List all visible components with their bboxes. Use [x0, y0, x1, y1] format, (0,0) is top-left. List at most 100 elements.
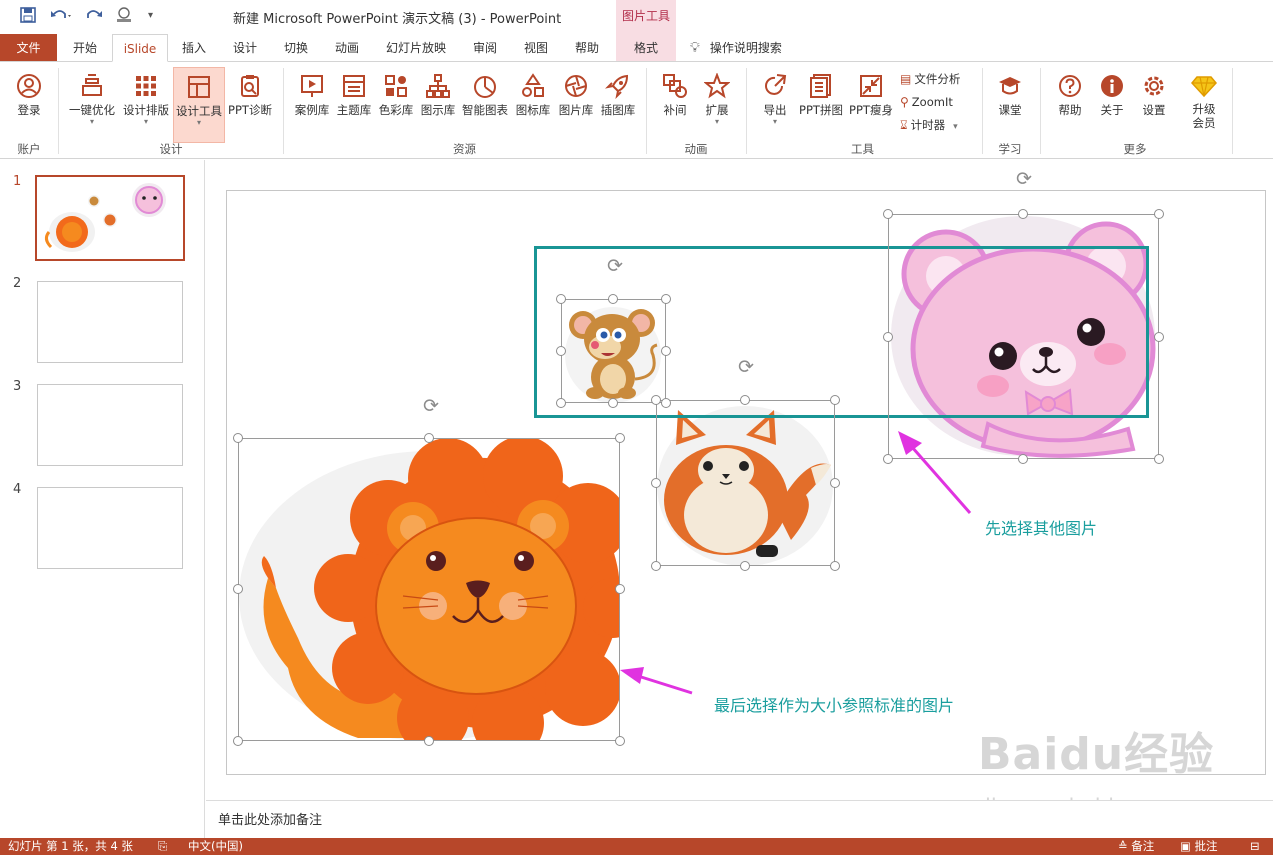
- theme-library-button[interactable]: 主题库: [334, 67, 374, 143]
- tab-design[interactable]: 设计: [223, 34, 267, 62]
- resize-handle[interactable]: [1154, 332, 1164, 342]
- tab-islide[interactable]: iSlide: [112, 34, 168, 62]
- settings-button[interactable]: 设置: [1134, 67, 1174, 143]
- group-separator: [982, 68, 983, 154]
- tab-transitions[interactable]: 切换: [274, 34, 318, 62]
- notes-toggle-button[interactable]: ≙ 备注: [1118, 838, 1154, 855]
- picture-library-button[interactable]: 图片库: [556, 67, 596, 143]
- touch-mode-icon[interactable]: [115, 7, 133, 28]
- case-library-button[interactable]: 案例库: [292, 67, 332, 143]
- slide-thumbnail-2[interactable]: [37, 281, 183, 363]
- color-library-button[interactable]: 色彩库: [376, 67, 416, 143]
- resize-handle[interactable]: [661, 294, 671, 304]
- extend-button[interactable]: 扩展 ▾: [697, 67, 737, 143]
- annotation-select-others: 先选择其他图片: [985, 519, 1098, 538]
- resize-handle[interactable]: [740, 561, 750, 571]
- tab-insert[interactable]: 插入: [172, 34, 216, 62]
- timer-button[interactable]: ⌛︎ 计时器 ▾: [900, 115, 958, 135]
- ppt-diagnose-button[interactable]: PPT诊断: [226, 67, 274, 143]
- resize-handle[interactable]: [556, 294, 566, 304]
- customize-qat-icon[interactable]: ▾: [148, 7, 153, 25]
- resize-handle[interactable]: [424, 736, 434, 746]
- one-click-optimize-label: 一键优化: [69, 103, 115, 117]
- slide-thumbnail-4[interactable]: [37, 487, 183, 569]
- about-button[interactable]: 关于: [1092, 67, 1132, 143]
- resize-handle[interactable]: [615, 736, 625, 746]
- upgrade-member-button[interactable]: 升级 会员: [1182, 67, 1226, 143]
- resize-handle[interactable]: [608, 398, 618, 408]
- export-button[interactable]: 导出 ▾: [755, 67, 795, 143]
- resize-handle[interactable]: [233, 584, 243, 594]
- notes-pane[interactable]: 单击此处添加备注: [206, 800, 1273, 838]
- resize-handle[interactable]: [615, 584, 625, 594]
- resize-handle[interactable]: [1018, 454, 1028, 464]
- resize-handle[interactable]: [651, 561, 661, 571]
- resize-handle[interactable]: [661, 398, 671, 408]
- resize-handle[interactable]: [1018, 209, 1028, 219]
- resize-handle[interactable]: [740, 395, 750, 405]
- resize-handle[interactable]: [830, 561, 840, 571]
- tab-file[interactable]: 文件: [0, 34, 57, 62]
- tab-animations[interactable]: 动画: [325, 34, 369, 62]
- rotate-handle-icon[interactable]: ⟳: [735, 356, 757, 378]
- ppt-slim-button[interactable]: PPT瘦身: [847, 67, 895, 143]
- mouse-selection-box: [561, 299, 666, 403]
- tab-format[interactable]: 格式: [622, 34, 670, 62]
- slide-thumbnail-3[interactable]: [37, 384, 183, 466]
- resize-handle[interactable]: [1154, 454, 1164, 464]
- design-tools-label: 设计工具: [176, 104, 222, 118]
- tab-slideshow[interactable]: 幻灯片放映: [378, 34, 454, 62]
- zoomit-label: ZoomIt: [911, 95, 953, 109]
- resize-handle[interactable]: [424, 433, 434, 443]
- zoom-icon: ⚲: [900, 95, 909, 109]
- rotate-handle-icon[interactable]: ⟳: [1013, 168, 1035, 190]
- resize-handle[interactable]: [233, 433, 243, 443]
- resize-handle[interactable]: [556, 346, 566, 356]
- login-button[interactable]: 登录: [8, 67, 50, 143]
- ppt-stitch-button[interactable]: PPT拼图: [797, 67, 845, 143]
- spellcheck-icon[interactable]: ⎘: [158, 838, 167, 855]
- normal-view-icon[interactable]: ⊟: [1250, 838, 1260, 855]
- slide-thumbnail-1[interactable]: [35, 175, 185, 261]
- one-click-optimize-button[interactable]: 一键优化 ▾: [66, 67, 118, 143]
- tab-help[interactable]: 帮助: [565, 34, 609, 62]
- resize-handle[interactable]: [883, 332, 893, 342]
- resize-handle[interactable]: [608, 294, 618, 304]
- save-icon[interactable]: [20, 7, 36, 28]
- resize-handle[interactable]: [556, 398, 566, 408]
- tab-home[interactable]: 开始: [62, 34, 108, 62]
- undo-icon[interactable]: [50, 7, 72, 28]
- graduation-cap-icon: [990, 73, 1030, 99]
- resize-handle[interactable]: [651, 395, 661, 405]
- language-indicator[interactable]: 中文(中国): [188, 838, 243, 855]
- resize-handle[interactable]: [651, 478, 661, 488]
- comments-button[interactable]: ▣ 批注: [1180, 838, 1218, 855]
- rotate-handle-icon[interactable]: ⟳: [420, 395, 442, 417]
- resize-handle[interactable]: [1154, 209, 1164, 219]
- redo-icon[interactable]: [85, 7, 103, 28]
- tween-button[interactable]: 补间: [655, 67, 695, 143]
- diagram-library-button[interactable]: 图示库: [418, 67, 458, 143]
- resize-handle[interactable]: [883, 209, 893, 219]
- rotate-handle-icon[interactable]: ⟳: [604, 255, 626, 277]
- resize-handle[interactable]: [233, 736, 243, 746]
- theme-library-label: 主题库: [336, 103, 372, 117]
- help-button[interactable]: 帮助: [1050, 67, 1090, 143]
- resize-handle[interactable]: [830, 478, 840, 488]
- icon-library-button[interactable]: 图标库: [512, 67, 554, 143]
- resize-handle[interactable]: [661, 346, 671, 356]
- resize-handle[interactable]: [830, 395, 840, 405]
- design-layout-button[interactable]: 设计排版 ▾: [120, 67, 172, 143]
- illustration-library-button[interactable]: 插图库: [597, 67, 639, 143]
- zoomit-button[interactable]: ⚲ ZoomIt: [900, 92, 953, 112]
- file-analysis-button[interactable]: ▤ 文件分析: [900, 69, 960, 89]
- lightbulb-icon: 💡︎: [690, 40, 700, 56]
- classroom-button[interactable]: 课堂: [990, 67, 1030, 143]
- resize-handle[interactable]: [615, 433, 625, 443]
- smart-chart-button[interactable]: 智能图表: [460, 67, 510, 143]
- file-chart-icon: ▤: [900, 72, 912, 86]
- tell-me-search[interactable]: 💡︎ 操作说明搜索: [690, 34, 782, 62]
- tab-review[interactable]: 审阅: [463, 34, 507, 62]
- design-tools-button[interactable]: 设计工具 ▾: [173, 67, 225, 143]
- tab-view[interactable]: 视图: [514, 34, 558, 62]
